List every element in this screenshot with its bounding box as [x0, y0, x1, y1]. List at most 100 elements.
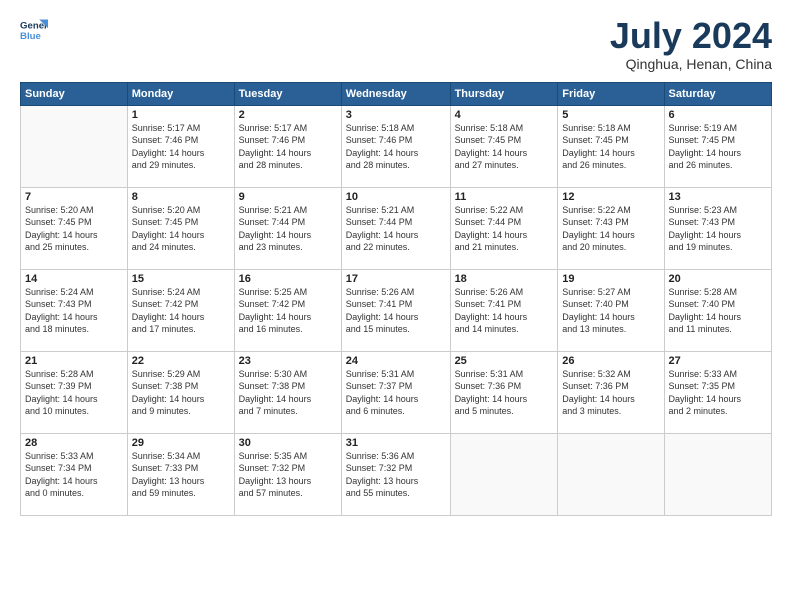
day-info: Sunrise: 5:18 AMSunset: 7:45 PMDaylight:…	[562, 122, 659, 172]
calendar-cell: 19Sunrise: 5:27 AMSunset: 7:40 PMDayligh…	[558, 269, 664, 351]
calendar-cell	[664, 433, 771, 515]
page: General Blue July 2024 Qinghua, Henan, C…	[0, 0, 792, 612]
calendar-cell: 11Sunrise: 5:22 AMSunset: 7:44 PMDayligh…	[450, 187, 558, 269]
subtitle: Qinghua, Henan, China	[610, 56, 772, 72]
day-number: 26	[562, 355, 659, 367]
day-number: 28	[25, 437, 123, 449]
col-header-saturday: Saturday	[664, 82, 771, 105]
day-number: 2	[239, 109, 337, 121]
day-number: 21	[25, 355, 123, 367]
calendar-cell: 26Sunrise: 5:32 AMSunset: 7:36 PMDayligh…	[558, 351, 664, 433]
day-info: Sunrise: 5:17 AMSunset: 7:46 PMDaylight:…	[239, 122, 337, 172]
svg-text:Blue: Blue	[20, 31, 41, 42]
calendar-header-row: Sunday Monday Tuesday Wednesday Thursday…	[21, 82, 772, 105]
day-number: 3	[346, 109, 446, 121]
calendar-cell: 8Sunrise: 5:20 AMSunset: 7:45 PMDaylight…	[127, 187, 234, 269]
day-info: Sunrise: 5:23 AMSunset: 7:43 PMDaylight:…	[669, 204, 767, 254]
day-info: Sunrise: 5:20 AMSunset: 7:45 PMDaylight:…	[25, 204, 123, 254]
calendar-cell: 28Sunrise: 5:33 AMSunset: 7:34 PMDayligh…	[21, 433, 128, 515]
calendar-cell: 10Sunrise: 5:21 AMSunset: 7:44 PMDayligh…	[341, 187, 450, 269]
calendar-cell: 15Sunrise: 5:24 AMSunset: 7:42 PMDayligh…	[127, 269, 234, 351]
calendar-cell: 7Sunrise: 5:20 AMSunset: 7:45 PMDaylight…	[21, 187, 128, 269]
day-info: Sunrise: 5:30 AMSunset: 7:38 PMDaylight:…	[239, 368, 337, 418]
day-number: 11	[455, 191, 554, 203]
calendar-cell	[450, 433, 558, 515]
calendar-cell: 14Sunrise: 5:24 AMSunset: 7:43 PMDayligh…	[21, 269, 128, 351]
day-info: Sunrise: 5:34 AMSunset: 7:33 PMDaylight:…	[132, 450, 230, 500]
day-number: 30	[239, 437, 337, 449]
day-info: Sunrise: 5:19 AMSunset: 7:45 PMDaylight:…	[669, 122, 767, 172]
col-header-thursday: Thursday	[450, 82, 558, 105]
day-number: 8	[132, 191, 230, 203]
day-info: Sunrise: 5:27 AMSunset: 7:40 PMDaylight:…	[562, 286, 659, 336]
day-info: Sunrise: 5:32 AMSunset: 7:36 PMDaylight:…	[562, 368, 659, 418]
calendar-cell: 12Sunrise: 5:22 AMSunset: 7:43 PMDayligh…	[558, 187, 664, 269]
calendar-cell: 27Sunrise: 5:33 AMSunset: 7:35 PMDayligh…	[664, 351, 771, 433]
day-number: 1	[132, 109, 230, 121]
day-info: Sunrise: 5:36 AMSunset: 7:32 PMDaylight:…	[346, 450, 446, 500]
calendar-week-1: 1Sunrise: 5:17 AMSunset: 7:46 PMDaylight…	[21, 105, 772, 187]
col-header-friday: Friday	[558, 82, 664, 105]
day-info: Sunrise: 5:33 AMSunset: 7:35 PMDaylight:…	[669, 368, 767, 418]
col-header-monday: Monday	[127, 82, 234, 105]
calendar-cell: 6Sunrise: 5:19 AMSunset: 7:45 PMDaylight…	[664, 105, 771, 187]
header: General Blue July 2024 Qinghua, Henan, C…	[20, 16, 772, 72]
col-header-tuesday: Tuesday	[234, 82, 341, 105]
day-number: 29	[132, 437, 230, 449]
calendar-cell: 5Sunrise: 5:18 AMSunset: 7:45 PMDaylight…	[558, 105, 664, 187]
calendar-cell: 21Sunrise: 5:28 AMSunset: 7:39 PMDayligh…	[21, 351, 128, 433]
day-info: Sunrise: 5:25 AMSunset: 7:42 PMDaylight:…	[239, 286, 337, 336]
day-info: Sunrise: 5:17 AMSunset: 7:46 PMDaylight:…	[132, 122, 230, 172]
calendar-cell: 30Sunrise: 5:35 AMSunset: 7:32 PMDayligh…	[234, 433, 341, 515]
calendar-cell: 24Sunrise: 5:31 AMSunset: 7:37 PMDayligh…	[341, 351, 450, 433]
col-header-sunday: Sunday	[21, 82, 128, 105]
day-number: 31	[346, 437, 446, 449]
day-info: Sunrise: 5:21 AMSunset: 7:44 PMDaylight:…	[346, 204, 446, 254]
day-number: 18	[455, 273, 554, 285]
day-info: Sunrise: 5:31 AMSunset: 7:36 PMDaylight:…	[455, 368, 554, 418]
calendar-cell: 29Sunrise: 5:34 AMSunset: 7:33 PMDayligh…	[127, 433, 234, 515]
day-info: Sunrise: 5:21 AMSunset: 7:44 PMDaylight:…	[239, 204, 337, 254]
day-info: Sunrise: 5:24 AMSunset: 7:42 PMDaylight:…	[132, 286, 230, 336]
calendar-cell: 22Sunrise: 5:29 AMSunset: 7:38 PMDayligh…	[127, 351, 234, 433]
title-block: July 2024 Qinghua, Henan, China	[610, 16, 772, 72]
day-number: 17	[346, 273, 446, 285]
day-number: 13	[669, 191, 767, 203]
day-number: 25	[455, 355, 554, 367]
day-number: 24	[346, 355, 446, 367]
day-number: 16	[239, 273, 337, 285]
day-info: Sunrise: 5:35 AMSunset: 7:32 PMDaylight:…	[239, 450, 337, 500]
calendar-cell: 2Sunrise: 5:17 AMSunset: 7:46 PMDaylight…	[234, 105, 341, 187]
calendar-week-5: 28Sunrise: 5:33 AMSunset: 7:34 PMDayligh…	[21, 433, 772, 515]
calendar-cell: 1Sunrise: 5:17 AMSunset: 7:46 PMDaylight…	[127, 105, 234, 187]
day-number: 22	[132, 355, 230, 367]
month-title: July 2024	[610, 16, 772, 56]
calendar-cell: 13Sunrise: 5:23 AMSunset: 7:43 PMDayligh…	[664, 187, 771, 269]
calendar-week-2: 7Sunrise: 5:20 AMSunset: 7:45 PMDaylight…	[21, 187, 772, 269]
logo: General Blue	[20, 16, 48, 44]
calendar-week-3: 14Sunrise: 5:24 AMSunset: 7:43 PMDayligh…	[21, 269, 772, 351]
calendar-cell: 17Sunrise: 5:26 AMSunset: 7:41 PMDayligh…	[341, 269, 450, 351]
day-info: Sunrise: 5:18 AMSunset: 7:45 PMDaylight:…	[455, 122, 554, 172]
day-number: 7	[25, 191, 123, 203]
day-number: 23	[239, 355, 337, 367]
calendar-cell: 3Sunrise: 5:18 AMSunset: 7:46 PMDaylight…	[341, 105, 450, 187]
col-header-wednesday: Wednesday	[341, 82, 450, 105]
day-number: 14	[25, 273, 123, 285]
day-number: 27	[669, 355, 767, 367]
day-info: Sunrise: 5:22 AMSunset: 7:43 PMDaylight:…	[562, 204, 659, 254]
day-number: 10	[346, 191, 446, 203]
day-info: Sunrise: 5:26 AMSunset: 7:41 PMDaylight:…	[346, 286, 446, 336]
day-info: Sunrise: 5:24 AMSunset: 7:43 PMDaylight:…	[25, 286, 123, 336]
logo-icon: General Blue	[20, 16, 48, 44]
calendar-cell: 4Sunrise: 5:18 AMSunset: 7:45 PMDaylight…	[450, 105, 558, 187]
calendar-cell: 9Sunrise: 5:21 AMSunset: 7:44 PMDaylight…	[234, 187, 341, 269]
day-info: Sunrise: 5:28 AMSunset: 7:39 PMDaylight:…	[25, 368, 123, 418]
calendar-cell: 23Sunrise: 5:30 AMSunset: 7:38 PMDayligh…	[234, 351, 341, 433]
day-number: 9	[239, 191, 337, 203]
calendar-cell: 16Sunrise: 5:25 AMSunset: 7:42 PMDayligh…	[234, 269, 341, 351]
calendar-cell: 20Sunrise: 5:28 AMSunset: 7:40 PMDayligh…	[664, 269, 771, 351]
calendar-week-4: 21Sunrise: 5:28 AMSunset: 7:39 PMDayligh…	[21, 351, 772, 433]
day-info: Sunrise: 5:31 AMSunset: 7:37 PMDaylight:…	[346, 368, 446, 418]
calendar: Sunday Monday Tuesday Wednesday Thursday…	[20, 82, 772, 516]
